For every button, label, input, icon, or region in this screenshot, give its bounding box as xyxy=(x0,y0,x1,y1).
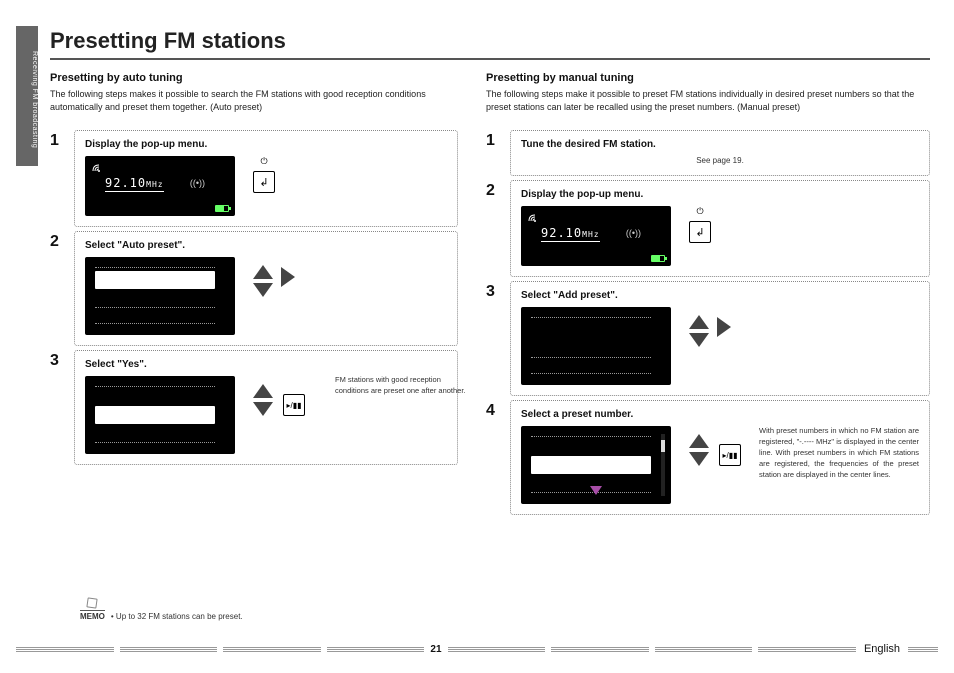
left-column: Presetting by auto tuning The following … xyxy=(50,72,458,519)
memo-text: • Up to 32 FM stations can be preset. xyxy=(111,612,243,621)
battery-icon xyxy=(215,205,229,212)
right-subhead: Presetting by manual tuning xyxy=(486,72,930,84)
device-screen: 92.10MHz ((•)) xyxy=(521,206,671,266)
menu-screen xyxy=(85,376,235,454)
enter-button-icon: ↲ xyxy=(253,171,275,193)
down-arrow-icon xyxy=(253,402,273,416)
right-column: Presetting by manual tuning The followin… xyxy=(486,72,930,519)
up-down-nav xyxy=(253,265,273,297)
step-title: Select "Auto preset". xyxy=(85,240,447,251)
up-arrow-icon xyxy=(689,315,709,329)
speaker-icon: ((•)) xyxy=(190,178,205,188)
step-number: 1 xyxy=(486,130,510,150)
right-step-4: 4 Select a preset number. xyxy=(486,400,930,515)
signal-icon xyxy=(527,210,541,220)
down-arrow-icon xyxy=(689,333,709,347)
memo-flag-icon xyxy=(87,597,98,608)
menu-screen xyxy=(521,426,671,504)
down-arrow-icon xyxy=(253,283,273,297)
step-number: 3 xyxy=(486,281,510,301)
left-step-3: 3 Select "Yes". xyxy=(50,350,458,465)
menu-screen xyxy=(521,307,671,385)
down-arrow-small-icon xyxy=(590,482,602,500)
left-step-2: 2 Select "Auto preset". xyxy=(50,231,458,346)
device-screen: 92.10MHz ((•)) xyxy=(85,156,235,216)
right-step-2: 2 Display the pop-up menu. 92.10MHz ((•)… xyxy=(486,180,930,277)
enter-button-icon: ↲ xyxy=(689,221,711,243)
step-note: FM stations with good reception conditio… xyxy=(335,375,475,397)
up-down-nav xyxy=(689,434,709,466)
frequency-display: 92.10MHz xyxy=(105,176,164,192)
page-title: Presetting FM stations xyxy=(50,28,930,60)
side-tab: Receiving FM broadcasting xyxy=(16,26,38,166)
language-label: English xyxy=(856,643,908,655)
page-content: Presetting FM stations Presetting by aut… xyxy=(50,28,930,519)
up-arrow-icon xyxy=(689,434,709,448)
up-down-nav xyxy=(689,315,709,347)
power-enter-group: ⏻ ↲ xyxy=(253,156,275,193)
frequency-display: 92.10MHz xyxy=(541,226,600,242)
up-arrow-icon xyxy=(253,384,273,398)
step-number: 2 xyxy=(486,180,510,200)
footer: 21 English xyxy=(16,643,938,655)
step-number: 3 xyxy=(50,350,74,370)
page-number: 21 xyxy=(424,644,447,655)
play-pause-button-icon: ▸/▮▮ xyxy=(719,444,741,466)
step-number: 2 xyxy=(50,231,74,251)
battery-icon xyxy=(651,255,665,262)
step-title: Display the pop-up menu. xyxy=(85,139,447,150)
right-step-1: 1 Tune the desired FM station. See page … xyxy=(486,130,930,176)
speaker-icon: ((•)) xyxy=(626,228,641,238)
play-pause-button-icon: ▸/▮▮ xyxy=(283,394,305,416)
step-number: 4 xyxy=(486,400,510,420)
step-note: With preset numbers in which no FM stati… xyxy=(759,426,919,480)
left-subhead: Presetting by auto tuning xyxy=(50,72,458,84)
right-intro: The following steps make it possible to … xyxy=(486,88,930,114)
step-title: Select "Add preset". xyxy=(521,290,919,301)
right-arrow-icon xyxy=(717,317,731,337)
step-title: Select a preset number. xyxy=(521,409,919,420)
down-arrow-icon xyxy=(689,452,709,466)
scrollbar-icon xyxy=(661,434,665,496)
signal-icon xyxy=(91,160,105,170)
left-step-1: 1 Display the pop-up menu. 92.10MHz ((•)… xyxy=(50,130,458,227)
step-number: 1 xyxy=(50,130,74,150)
up-arrow-icon xyxy=(253,265,273,279)
power-icon: ⏻ xyxy=(260,156,267,167)
right-step-3: 3 Select "Add preset". xyxy=(486,281,930,396)
menu-screen xyxy=(85,257,235,335)
see-page-ref: See page 19. xyxy=(521,156,919,165)
right-arrow-icon xyxy=(281,267,295,287)
left-intro: The following steps makes it possible to… xyxy=(50,88,458,114)
power-enter-group: ⏻ ↲ xyxy=(689,206,711,243)
up-down-nav xyxy=(253,384,273,416)
step-title: Tune the desired FM station. xyxy=(521,139,919,150)
step-title: Select "Yes". xyxy=(85,359,447,370)
power-icon: ⏻ xyxy=(696,206,703,217)
step-title: Display the pop-up menu. xyxy=(521,189,919,200)
memo-row: MEMO • Up to 32 FM stations can be prese… xyxy=(80,598,243,621)
memo-label: MEMO xyxy=(80,610,105,621)
